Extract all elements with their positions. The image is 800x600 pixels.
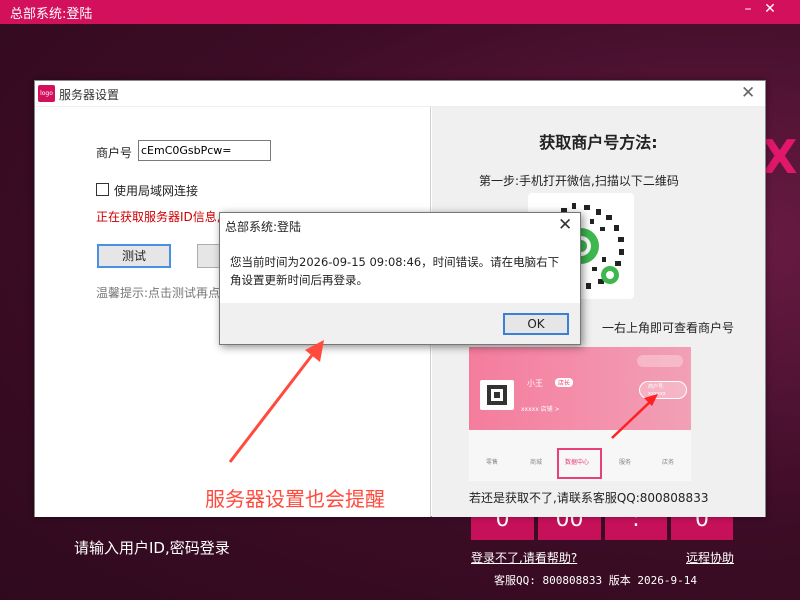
method-title: 获取商户号方法:: [539, 133, 658, 152]
clock-colon: :: [605, 515, 667, 540]
login-prompt: 请输入用户ID,密码登录: [74, 539, 230, 557]
dialog-titlebar: 总部系统:登陆 ✕: [220, 213, 580, 239]
phone-user-name: 小王: [527, 379, 543, 388]
phone-role-tag: 店长: [555, 378, 574, 387]
phone-nav-item: 数据中心: [564, 459, 589, 466]
merchant-id-input[interactable]: [138, 140, 271, 161]
clock-digit-hours: 0: [471, 515, 534, 540]
phone-badge-line2: xxxxxx: [648, 391, 666, 397]
phone-nav-item: 零售: [485, 459, 498, 466]
annotation-caption: 服务器设置也会提醒: [205, 487, 385, 511]
settings-titlebar: logo 服务器设置 ✕: [35, 81, 765, 107]
lan-connection-label: 使用局域网连接: [114, 184, 199, 198]
phone-screenshot: 小王 店长 xxxxx 店铺 > 商户号: xxxxxx 零售 商城 数据中心 …: [469, 347, 691, 481]
dialog-message: 您当前时间为2026-09-15 09:08:46，时间错误。请在电脑右下角设置…: [230, 255, 560, 287]
settings-title: 服务器设置: [59, 88, 120, 102]
time-error-dialog: 总部系统:登陆 ✕ 您当前时间为2026-09-15 09:08:46，时间错误…: [219, 212, 581, 345]
clock-digit-minutes: 00: [538, 515, 601, 540]
lan-connection-checkbox[interactable]: [96, 183, 109, 196]
login-help-link[interactable]: 登录不了,请看帮助?: [471, 549, 577, 566]
step-two-text: 一右上角即可查看商户号: [602, 321, 735, 335]
app-logo-icon: logo: [38, 85, 55, 102]
minimize-icon[interactable]: –: [738, 1, 758, 17]
phone-merchant-badge: 商户号: xxxxxx: [639, 381, 687, 399]
ok-button[interactable]: OK: [503, 313, 569, 335]
login-window-title: 总部系统:登陆: [10, 7, 93, 22]
dialog-title: 总部系统:登陆: [225, 220, 302, 234]
phone-store-label: xxxxx 店铺 >: [521, 406, 560, 413]
login-titlebar: 总部系统:登陆 – ✕: [0, 0, 800, 24]
brand-logo-x: X: [762, 130, 798, 184]
close-icon[interactable]: ✕: [760, 1, 780, 17]
step-one-text: 第一步:手机打开微信,扫描以下二维码: [479, 174, 679, 188]
tip-text: 温馨提示:点击测试再点: [96, 286, 221, 300]
phone-header: 小王 店长 xxxxx 店铺 > 商户号: xxxxxx: [469, 347, 691, 430]
close-icon[interactable]: ✕: [558, 215, 572, 235]
clock-digit-seconds: 0: [671, 515, 733, 540]
phone-nav-item: 商城: [529, 459, 542, 466]
dialog-body: 您当前时间为2026-09-15 09:08:46，时间错误。请在电脑右下角设置…: [220, 239, 580, 303]
test-button[interactable]: 测试: [97, 244, 171, 268]
status-message: 正在获取服务器ID信息,: [96, 210, 221, 224]
contact-text: 若还是获取不了,请联系客服QQ:800808833: [469, 491, 709, 505]
close-icon[interactable]: ✕: [741, 83, 755, 103]
phone-nav-item: 服务: [618, 459, 631, 466]
merchant-id-label: 商户号: [96, 146, 133, 160]
phone-menu-pill: [637, 355, 683, 367]
phone-badge-line1: 商户号:: [648, 384, 665, 390]
phone-nav-item: 店务: [661, 459, 674, 466]
avatar: [480, 380, 514, 410]
remote-assist-link[interactable]: 远程协助: [686, 549, 734, 566]
login-footer: 客服QQ: 800808833 版本 2026-9-14: [494, 574, 697, 587]
